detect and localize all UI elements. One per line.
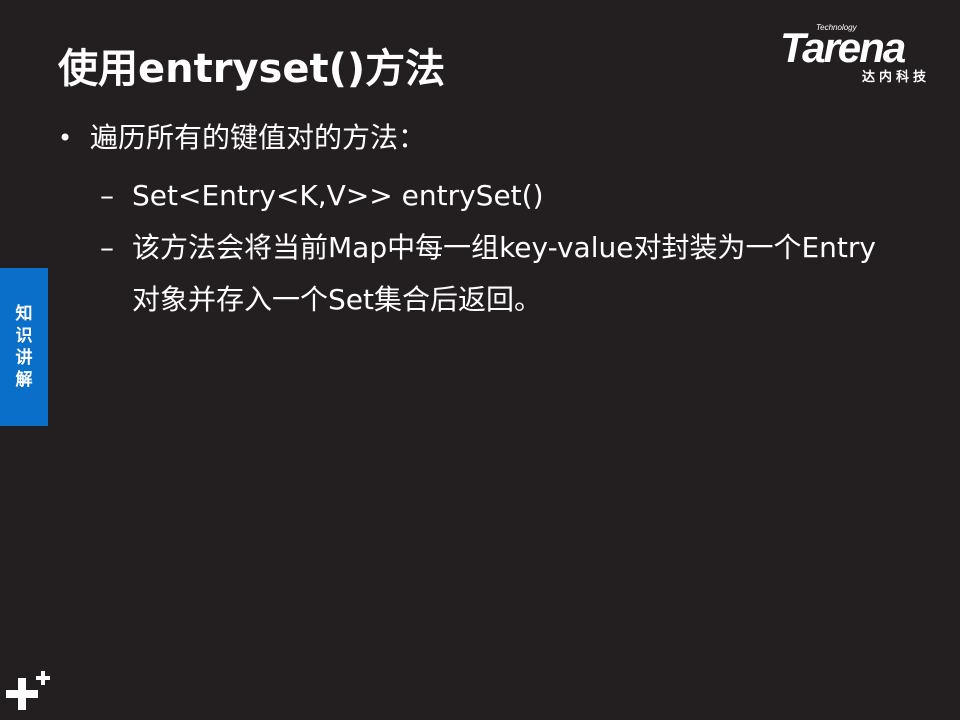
slide-title: 使用entryset()方法 xyxy=(58,46,446,92)
logo-chinese-text: 达内科技 xyxy=(862,70,931,85)
slide: 使用entryset()方法 Technology Tarena 达内科技 • … xyxy=(0,0,960,720)
sub-item: – 该方法会将当前Map中每一组key-value对封装为一个Entry对象并存… xyxy=(58,222,892,326)
side-tab-char: 解 xyxy=(15,370,33,390)
side-tab-char: 知 xyxy=(15,304,33,324)
dash-icon: – xyxy=(100,179,114,212)
logo-wordmark: Tarena xyxy=(780,24,906,71)
dash-icon: – xyxy=(100,231,114,264)
sub-item-text: Set<Entry<K,V>> entrySet() xyxy=(132,179,544,212)
side-tab-knowledge[interactable]: 知 识 讲 解 xyxy=(0,268,48,426)
sub-item: – Set<Entry<K,V>> entrySet() xyxy=(58,170,892,222)
side-tab-char: 讲 xyxy=(15,348,33,368)
bullet-dot-icon: • xyxy=(58,124,73,152)
side-tab-char: 识 xyxy=(15,326,33,346)
bullet-list: • 遍历所有的键值对的方法： – Set<Entry<K,V>> entrySe… xyxy=(58,118,878,326)
sub-item-text: 该方法会将当前Map中每一组key-value对封装为一个Entry对象并存入一… xyxy=(132,231,876,316)
bullet-item: • 遍历所有的键值对的方法： xyxy=(58,118,878,158)
tarena-logo: Technology Tarena 达内科技 xyxy=(778,22,948,85)
plus-logo-icon xyxy=(6,671,50,710)
bullet-text: 遍历所有的键值对的方法： xyxy=(90,121,427,154)
